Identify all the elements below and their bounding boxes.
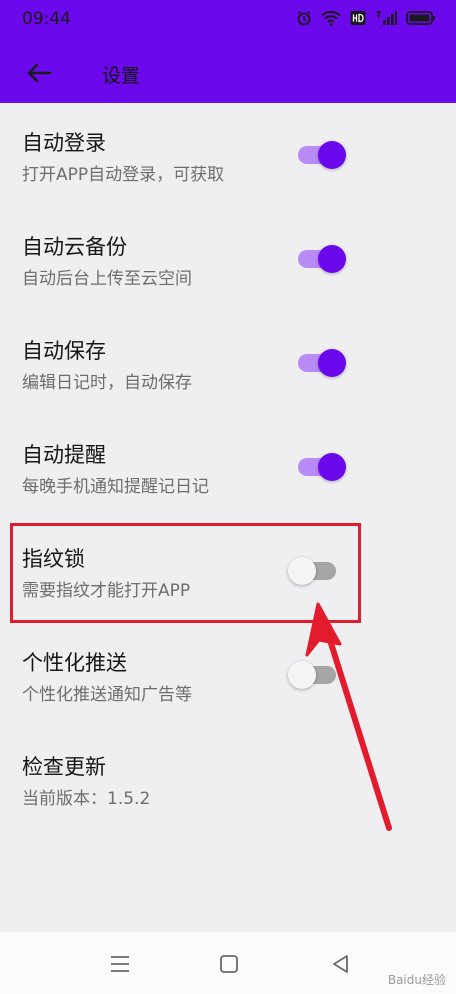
setting-label: 自动提醒	[22, 443, 106, 467]
wifi-icon	[321, 10, 341, 26]
hd-icon	[350, 11, 366, 25]
setting-personalized-push[interactable]: 个性化推送 个性化推送通知广告等	[0, 623, 456, 727]
status-bar: 09:44	[0, 0, 456, 42]
toggle-thumb	[318, 349, 346, 377]
setting-check-update[interactable]: 检查更新 当前版本：1.5.2	[0, 727, 456, 831]
arrow-left-icon	[27, 63, 52, 83]
app-bar: 09:44 设置	[0, 0, 456, 103]
battery-icon	[406, 11, 435, 25]
setting-auto-save[interactable]: 自动保存 编辑日记时，自动保存	[0, 311, 456, 415]
watermark: Baidu经验	[387, 973, 446, 987]
personalized-push-toggle[interactable]	[288, 657, 348, 691]
back-button[interactable]	[22, 56, 56, 90]
toggle-thumb	[318, 453, 346, 481]
setting-label: 指纹锁	[22, 547, 85, 571]
setting-description: 当前版本：1.5.2	[22, 789, 151, 809]
setting-label: 自动保存	[22, 339, 106, 363]
toggle-thumb	[318, 245, 346, 273]
setting-label: 个性化推送	[22, 651, 127, 675]
setting-auto-reminder[interactable]: 自动提醒 每晚手机通知提醒记日记	[0, 415, 456, 519]
setting-label: 自动云备份	[22, 235, 127, 259]
settings-list: 自动登录 打开APP自动登录，可获取 自动云备份 自动后台上传至云空间 自动保存…	[0, 103, 456, 831]
setting-description: 需要指纹才能打开APP	[22, 581, 191, 601]
auto-save-toggle[interactable]	[288, 345, 348, 379]
setting-label: 自动登录	[22, 131, 106, 155]
menu-icon	[111, 956, 129, 972]
status-icons	[296, 10, 436, 26]
setting-label: 检查更新	[22, 755, 106, 779]
home-square-icon	[220, 955, 238, 973]
fingerprint-lock-toggle[interactable]	[288, 553, 348, 587]
setting-description: 编辑日记时，自动保存	[22, 373, 192, 393]
toggle-thumb	[318, 141, 346, 169]
signal-icon	[376, 11, 397, 25]
nav-back-button[interactable]	[326, 950, 354, 978]
home-button[interactable]	[215, 950, 243, 978]
toggle-thumb	[288, 661, 316, 689]
setting-description: 打开APP自动登录，可获取	[22, 165, 225, 185]
setting-description: 个性化推送通知广告等	[22, 685, 192, 705]
menu-button[interactable]	[106, 950, 134, 978]
setting-fingerprint-lock[interactable]: 指纹锁 需要指纹才能打开APP	[0, 519, 456, 623]
toggle-thumb	[288, 557, 316, 585]
auto-reminder-toggle[interactable]	[288, 449, 348, 483]
back-triangle-icon	[333, 955, 348, 973]
status-time: 09:44	[22, 9, 71, 29]
system-nav-bar: Baidu经验	[0, 932, 456, 994]
page-title: 设置	[102, 65, 141, 87]
toolbar: 设置	[0, 42, 456, 103]
setting-auto-login[interactable]: 自动登录 打开APP自动登录，可获取	[0, 103, 456, 207]
auto-login-toggle[interactable]	[288, 137, 348, 171]
alarm-icon	[297, 10, 311, 26]
setting-description: 每晚手机通知提醒记日记	[22, 477, 209, 497]
setting-description: 自动后台上传至云空间	[22, 269, 192, 289]
setting-auto-cloud-backup[interactable]: 自动云备份 自动后台上传至云空间	[0, 207, 456, 311]
auto-cloud-backup-toggle[interactable]	[288, 241, 348, 275]
